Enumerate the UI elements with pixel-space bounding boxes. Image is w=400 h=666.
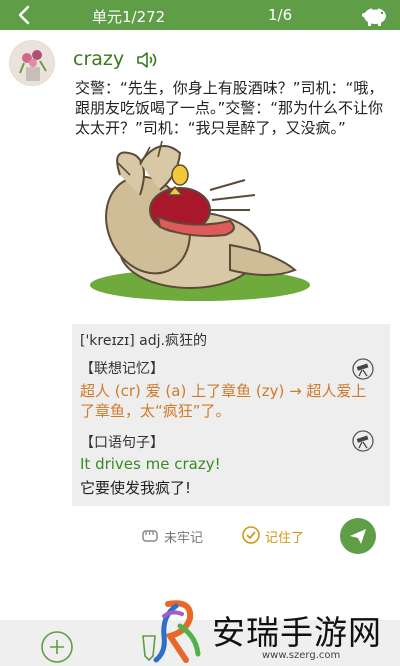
word-title: crazy bbox=[73, 48, 125, 70]
speaker-icon[interactable] bbox=[135, 49, 159, 71]
oral-sentence-chinese: 它要使发我疯了! bbox=[80, 479, 192, 497]
oral-label: 【口语句子】 bbox=[80, 435, 164, 451]
piggy-bank-icon[interactable] bbox=[360, 3, 390, 27]
oral-sentence-english: It drives me crazy! bbox=[80, 455, 221, 473]
back-arrow-icon[interactable] bbox=[12, 4, 38, 26]
telescope-icon[interactable] bbox=[352, 358, 374, 380]
phonetic-definition: ['kreɪzɪ] adj.疯狂的 bbox=[80, 333, 207, 349]
memory-label: 【联想记忆】 bbox=[80, 361, 164, 377]
watermark-brand: 安瑞手游网 bbox=[212, 613, 382, 652]
unit-progress: 单元1/272 bbox=[92, 8, 166, 26]
definition-panel: ['kreɪzɪ] adj.疯狂的 【联想记忆】 超人 (cr) 爱 (a) 上… bbox=[72, 324, 390, 506]
fist-icon bbox=[142, 530, 158, 542]
check-circle-icon bbox=[242, 526, 260, 544]
share-button[interactable] bbox=[340, 518, 376, 554]
telescope-icon[interactable] bbox=[352, 430, 374, 452]
watermark-url: www.szerg.com bbox=[262, 650, 341, 661]
watermark-logo bbox=[153, 600, 201, 663]
example-dialog: 交警：“先生，你身上有股酒味？”司机：“哦，跟朋友吃饭喝了一点。”交警：“那为什… bbox=[75, 79, 384, 137]
remembered-label: 记住了 bbox=[265, 531, 305, 546]
top-bar: 单元1/272 1/6 bbox=[0, 0, 400, 30]
memory-text: 超人 (cr) 爱 (a) 上了章鱼 (zy) → 超人爱上了章鱼，太“疯狂”了… bbox=[80, 382, 367, 420]
avatar bbox=[9, 40, 55, 86]
crazy-rabbit-illustration bbox=[90, 140, 310, 301]
unremembered-label: 未牢记 bbox=[164, 531, 204, 546]
add-icon[interactable] bbox=[40, 630, 74, 664]
page-progress: 1/6 bbox=[268, 6, 293, 24]
paper-plane-icon bbox=[350, 529, 366, 544]
